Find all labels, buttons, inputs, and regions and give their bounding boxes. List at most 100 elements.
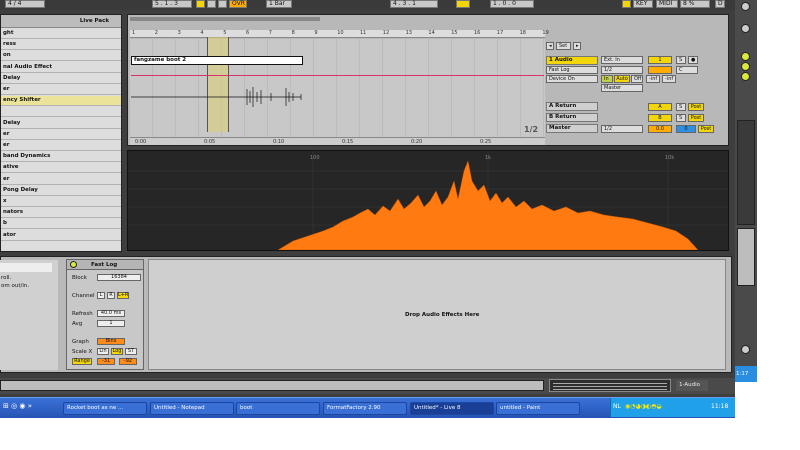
device-on-chooser[interactable]: Device On [546, 75, 598, 83]
input-type[interactable]: Ext. In [601, 56, 643, 64]
taskbar-button[interactable]: boot [236, 402, 320, 415]
quick-launch[interactable]: ⊞ ◎ ◉ » [3, 402, 55, 415]
master-output[interactable]: 1/2 [601, 125, 643, 133]
monitor-off[interactable]: Off [631, 75, 643, 83]
loop-button[interactable] [456, 0, 470, 8]
loop-length[interactable]: 1 . 0 . 0 [490, 0, 534, 8]
time-mark: 0:25 [480, 139, 492, 145]
input-channel[interactable]: 1/2 [601, 66, 643, 74]
overdub-button[interactable]: OVR [229, 0, 247, 8]
browser-item[interactable]: Delay [1, 74, 121, 84]
block-select[interactable]: 16384 [97, 274, 141, 281]
time-ruler[interactable]: 0:00 0:05 0:10 0:15 0:20 0:25 [130, 137, 545, 145]
back-icon[interactable]: ◂ [546, 42, 554, 50]
device-power-icon[interactable] [70, 261, 77, 268]
record-button[interactable] [218, 0, 227, 8]
browser-item[interactable]: er [1, 141, 121, 151]
panel-button-3[interactable] [741, 52, 750, 61]
pan-readout: -inf [662, 75, 676, 83]
range-high[interactable]: -92 [119, 358, 137, 365]
output-chooser[interactable]: Master [601, 84, 643, 92]
browser-item[interactable]: er [1, 85, 121, 95]
track-1-audio[interactable]: 1 Audio [546, 56, 598, 65]
scale-lin[interactable]: Lin [97, 348, 109, 355]
scale-log[interactable]: Log [111, 348, 123, 355]
loop-start[interactable]: 4 . 3 . 1 [390, 0, 438, 8]
browser-item[interactable]: Pong Delay [1, 186, 121, 196]
solo-button[interactable]: S [676, 56, 686, 64]
taskbar-button[interactable]: Rocket boot as ne ... [63, 402, 147, 415]
play-button[interactable] [196, 0, 205, 8]
time-signature[interactable]: 4 / 4 [5, 0, 45, 8]
b-return-activator[interactable]: B [648, 114, 672, 122]
browser-item[interactable]: ress [1, 40, 121, 51]
channel-r[interactable]: R [107, 292, 115, 299]
taskbar-button[interactable]: Untitled* - Live 8 [410, 402, 494, 415]
browser-item[interactable]: b [1, 219, 121, 230]
crossfade-c[interactable]: C [676, 66, 698, 74]
browser-item[interactable]: nators [1, 208, 121, 219]
master-volume[interactable]: 0.0 [648, 125, 672, 133]
browser-item[interactable] [1, 107, 121, 118]
track-b-return[interactable]: B Return [546, 113, 598, 122]
key-button[interactable]: KEY [633, 0, 653, 8]
track-a-return[interactable]: A Return [546, 102, 598, 111]
track-activator[interactable]: 1 [648, 56, 672, 64]
arm-button[interactable]: ● [688, 56, 698, 64]
bar-ruler[interactable]: 1 2 3 4 5 6 7 8 9 10 11 12 13 14 15 16 17 18 19 [130, 30, 549, 38]
volume-field[interactable] [648, 66, 672, 74]
a-return-post[interactable]: Post [688, 103, 704, 111]
panel-button-top[interactable] [741, 2, 750, 11]
browser-item[interactable]: ator [1, 231, 121, 241]
graph-mode[interactable]: Bins [97, 338, 125, 345]
taskbar-button[interactable]: Untitled - Notepad [150, 402, 234, 415]
b-return-post[interactable]: Post [688, 114, 704, 122]
browser-item[interactable]: on [1, 51, 121, 62]
browser-item[interactable]: er [1, 175, 121, 185]
master-post[interactable]: Post [698, 125, 714, 133]
key-map-button[interactable] [622, 0, 631, 8]
midi-button[interactable]: MIDI [656, 0, 678, 8]
a-return-solo[interactable]: S [676, 103, 686, 111]
language-indicator[interactable]: NL [613, 403, 621, 410]
scale-st[interactable]: ST [125, 348, 137, 355]
monitor-auto[interactable]: Auto [614, 75, 630, 83]
browser-item[interactable]: ative [1, 163, 121, 174]
overview-bar[interactable] [130, 17, 320, 21]
refresh-field[interactable]: 40.0 ms [97, 310, 125, 317]
device-info-panel: roll. om out/in. [0, 260, 58, 370]
channel-lr[interactable]: L+R [117, 292, 129, 299]
b-return-solo[interactable]: S [676, 114, 686, 122]
panel-button-bottom[interactable] [741, 345, 750, 354]
browser-item[interactable]: ency Shifter [1, 96, 121, 107]
track-overview[interactable] [549, 379, 671, 392]
device-chooser[interactable]: Fast Log [546, 66, 598, 74]
range-low[interactable]: -31 [97, 358, 115, 365]
taskbar-button[interactable]: FormatFactory 2.90 [323, 402, 407, 415]
master-cue[interactable]: 0 [676, 125, 696, 133]
effects-drop-zone[interactable]: Drop Audio Effects Here [148, 259, 726, 370]
forward-icon[interactable]: ▸ [573, 42, 581, 50]
browser-item[interactable]: ght [1, 29, 121, 39]
browser-item[interactable]: nal Audio Effect [1, 63, 121, 73]
track-master[interactable]: Master [546, 124, 598, 133]
range-label[interactable]: Range [72, 358, 92, 365]
panel-button-4[interactable] [741, 62, 750, 71]
panel-button-5[interactable] [741, 72, 750, 81]
monitor-in[interactable]: In [601, 75, 613, 83]
audio-clip[interactable]: fangzame boot 2 [131, 56, 303, 65]
taskbar-button[interactable]: untitled - Paint [496, 402, 580, 415]
quantize-menu[interactable]: 1 Bar [266, 0, 292, 8]
channel-l[interactable]: L [97, 292, 105, 299]
tray-icons[interactable]: ◉◔◕◑◐◓◒ [625, 403, 662, 410]
avg-field[interactable]: 1 [97, 320, 125, 327]
song-position[interactable]: 5 . 1 . 3 [152, 0, 192, 8]
browser-item[interactable]: x [1, 197, 121, 207]
browser-item[interactable]: band Dynamics [1, 152, 121, 163]
browser-item[interactable]: Delay [1, 119, 121, 129]
panel-button-2[interactable] [741, 24, 750, 33]
browser-item[interactable]: er [1, 130, 121, 140]
stop-button[interactable] [207, 0, 216, 8]
set-button[interactable]: Set [556, 42, 571, 50]
a-return-activator[interactable]: A [648, 103, 672, 111]
